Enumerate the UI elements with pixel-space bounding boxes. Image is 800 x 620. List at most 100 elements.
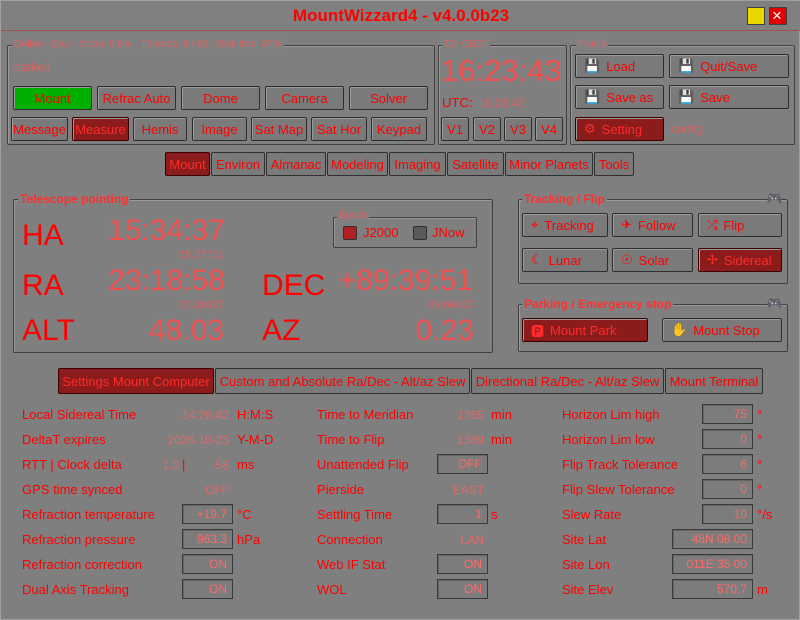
close-button[interactable]: × [769,6,787,25]
solar-button[interactable]: ☉ Solar [612,248,693,272]
time-to-flip-unit: min [491,432,512,447]
flip-track-tolerance-unit: ° [757,457,763,472]
window-button-message[interactable]: Message [11,117,68,141]
refraction-correction-field[interactable]: ON [182,554,233,574]
flip-slew-tolerance-field[interactable]: 0 [702,479,753,499]
ha-value: 15:34:37 [108,214,225,247]
rtt-clock-delta-label: RTT | Clock delta [22,457,122,472]
site-lon-field[interactable]: 011E 35 00 [672,554,753,574]
tab-mount-terminal[interactable]: Mount Terminal [665,368,763,394]
minimize-button[interactable] [747,7,765,25]
gamepad-icon: 🎮 [766,191,783,206]
site-elev-field[interactable]: 570.7 [672,579,753,599]
j2000-label: J2000 [363,225,399,240]
window-button-hemis[interactable]: Hemis [133,117,187,141]
time-to-flip-value: 1389 [457,433,484,447]
tab-almanac[interactable]: Almanac [266,152,326,176]
mount-park-button[interactable]: 🅿 Mount Park [522,318,648,342]
ha-label: HA [22,219,64,252]
save-icon: 💾 [678,89,695,104]
tab-satellite[interactable]: Satellite [447,152,504,176]
az-value: 0.23 [415,314,474,347]
unattended-flip-field[interactable]: OFF [437,454,488,474]
quit-save-button[interactable]: 💾 Quit/Save [669,54,789,78]
connection-value: LAN [460,533,484,547]
slew-rate-field[interactable]: 10 [702,504,753,524]
settling-time-field[interactable]: 1 [437,504,488,524]
local-sidereal-time-unit: H:M:S [237,407,274,422]
refraction-temperature-field[interactable]: +19.7 [182,504,233,524]
horizon-lim-low-unit: ° [757,432,763,447]
tab-imaging[interactable]: Imaging [389,152,446,176]
load-button[interactable]: 💾 Load [575,54,664,78]
tab-mount[interactable]: Mount [165,152,210,176]
time-to-meridian-unit: min [491,407,512,422]
horizon-lim-low-field[interactable]: 0 [702,429,753,449]
window-button-sathor[interactable]: Sat Hor [311,117,367,141]
tracking-label: Tracking / Flip [522,192,607,206]
wol-label: WOL [317,582,347,597]
refraction-pressure-unit: hPa [237,532,261,547]
window-button-image[interactable]: Image [192,117,247,141]
horizon-lim-high-field[interactable]: 75 [702,404,753,424]
unattended-flip-label: Unattended Flip [317,457,409,472]
time-to-meridian-label: Time to Meridian [317,407,414,422]
save-as-button[interactable]: 💾 Save as [575,85,664,109]
refraction-pressure-field[interactable]: 963.3 [182,529,233,549]
local-sidereal-time-value: 14:26:42 [182,408,229,422]
config-label: config [671,122,704,136]
device-button-solver[interactable]: Solver [349,86,428,110]
hand-stop-icon: ✋ [671,322,688,337]
site-elev-unit: m [757,582,768,597]
wol-field[interactable]: ON [437,579,488,599]
window-button-measure[interactable]: Measure [72,117,129,141]
tab-modeling[interactable]: Modeling [327,152,388,176]
v2-button[interactable]: V2 [473,117,501,141]
web-if-stat-field[interactable]: ON [437,554,488,574]
jnow-radio[interactable] [413,226,427,240]
v4-button[interactable]: V4 [535,117,563,141]
site-lat-label: Site Lat [562,532,607,547]
tracking-button[interactable]: ⌖ Tracking [522,213,608,237]
device-button-mount[interactable]: Mount [13,86,92,110]
sidereal-button[interactable]: ✢ Sidereal [698,248,782,272]
tab-environ[interactable]: Environ [211,152,265,176]
dual-axis-tracking-field[interactable]: ON [182,579,233,599]
time-to-meridian-value: 1365 [457,408,484,422]
device-button-camera[interactable]: Camera [265,86,344,110]
tab-tools[interactable]: Tools [594,152,634,176]
save-icon: 💾 [584,58,601,73]
v1-button[interactable]: V1 [441,117,469,141]
window-button-satmap[interactable]: Sat Map [251,117,307,141]
mount-stop-button[interactable]: ✋ Mount Stop [662,318,782,342]
site-lon-label: Site Lon [562,557,610,572]
lunar-button[interactable]: ☾ Lunar [522,248,608,272]
mount-state: parked [14,60,51,74]
shuffle-icon: ⤮ [707,217,718,232]
v3-button[interactable]: V3 [504,117,532,141]
save-button[interactable]: 💾 Save [669,85,789,109]
horizon-lim-low-label: Horizon Lim low [562,432,655,447]
sun-icon: ☉ [621,252,633,267]
site-lat-field[interactable]: 48N 08 00 [672,529,753,549]
tab-minor-planets[interactable]: Minor Planets [505,152,593,176]
utc-value: 16:23:43 [478,96,525,110]
window-button-keypad[interactable]: Keypad [371,117,427,141]
setting-button[interactable]: ⚙ Setting [575,117,664,141]
tab-custom-slew[interactable]: Custom and Absolute Ra/Dec - Alt/az Slew [215,368,470,394]
time-to-flip-label: Time to Flip [317,432,385,447]
follow-button[interactable]: ✈ Follow [612,213,693,237]
crosshair-icon: ⌖ [531,217,539,232]
j2000-radio[interactable] [343,226,357,240]
device-button-refrac[interactable]: Refrac Auto [97,86,176,110]
tab-settings-mount-computer[interactable]: Settings Mount Computer [58,368,214,394]
flip-track-tolerance-field[interactable]: 6 [702,454,753,474]
connection-label: Connection [317,532,383,547]
gps-time-synced-label: GPS time synced [22,482,123,497]
tab-directional-slew[interactable]: Directional Ra/Dec - Alt/az Slew [471,368,664,394]
rtt-value: 1.0 [162,458,179,472]
save-icon: 💾 [678,58,695,73]
flip-button[interactable]: ⤮ Flip [698,213,782,237]
device-button-dome[interactable]: Dome [181,86,260,110]
pointing-label: Telescope pointing [18,192,131,206]
